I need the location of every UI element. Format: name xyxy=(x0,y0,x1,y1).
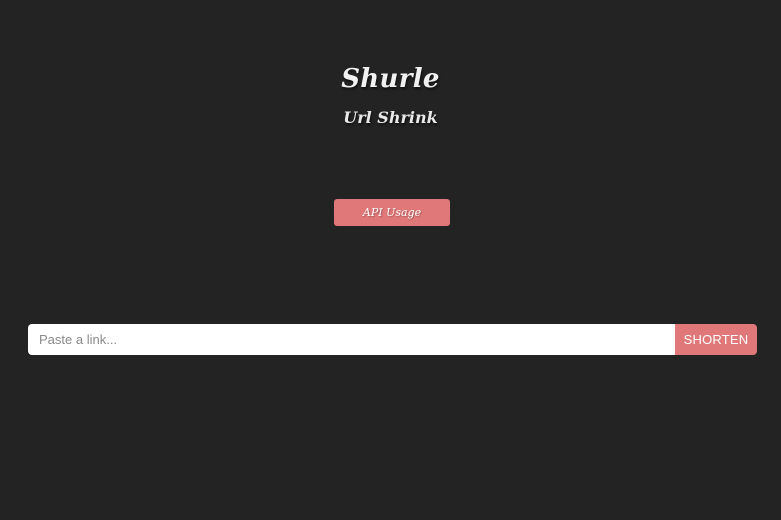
link-input[interactable] xyxy=(28,324,675,355)
app-title: Shurle xyxy=(341,64,440,94)
app-subtitle: Url Shrink xyxy=(343,108,438,127)
api-usage-button[interactable]: API Usage xyxy=(334,199,450,226)
shorten-button[interactable]: SHORTEN xyxy=(675,324,757,355)
shorten-form: SHORTEN xyxy=(28,324,757,355)
